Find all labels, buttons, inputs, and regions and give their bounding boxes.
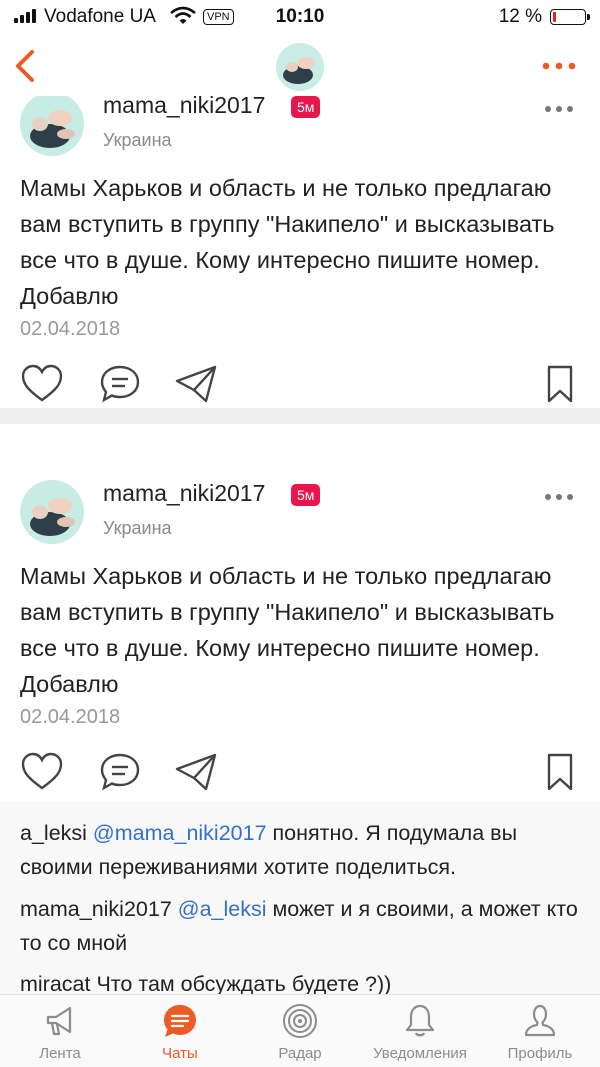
heart-icon[interactable] [20,752,64,792]
comment-icon[interactable] [98,364,142,404]
comment-author[interactable]: a_leksi [20,821,87,845]
status-bar: Vodafone UA VPN 10:10 12 % [0,0,600,34]
chevron-left-icon[interactable] [10,46,46,86]
megaphone-icon [46,1006,72,1036]
tab-profile[interactable]: Профиль [480,995,600,1067]
heart-icon[interactable] [20,364,64,404]
tab-label: Радар [278,1045,322,1062]
comment-author[interactable]: mama_niki2017 [20,897,172,921]
post-card: mama_niki2017 5м Украина Мамы Харьков и … [0,424,600,796]
battery-icon [550,9,590,25]
post-author[interactable]: mama_niki2017 [103,96,265,119]
comment-icon[interactable] [98,752,142,792]
comment-mention[interactable]: @mama_niki2017 [93,821,267,845]
share-icon[interactable] [174,752,218,792]
profile-icon [524,1004,556,1037]
nav-bar [0,34,600,96]
comment-mention[interactable]: @a_leksi [178,897,267,921]
share-icon[interactable] [174,364,218,404]
tab-label: Уведомления [373,1045,467,1062]
time-badge: 5м [291,484,321,506]
divider [0,408,600,424]
chat-avatar[interactable] [276,43,324,91]
post-country: Украина [103,130,172,150]
more-dots-icon[interactable] [544,492,574,502]
post-author[interactable]: mama_niki2017 [103,480,265,507]
comments-list[interactable]: a_leksi @mama_niki2017 понятно. Я подума… [0,802,600,1002]
avatar[interactable] [20,96,84,156]
time-badge: 5м [291,96,321,118]
bookmark-icon[interactable] [546,752,574,792]
radar-icon [283,1004,317,1038]
bookmark-icon[interactable] [546,364,574,404]
comment-author[interactable]: miracat [20,972,90,996]
more-dots-icon[interactable] [540,56,578,76]
bell-icon [405,1004,435,1037]
post-country: Украина [103,518,172,538]
tab-label: Чаты [162,1045,198,1062]
comment-item: a_leksi @mama_niki2017 понятно. Я подума… [20,816,580,884]
tab-radar[interactable]: Радар [240,995,360,1067]
post-date: 02.04.2018 [20,318,121,340]
battery-percent: 12 % [498,6,542,27]
chat-icon [164,1005,196,1037]
post-date: 02.04.2018 [20,706,121,728]
tab-label: Лента [39,1045,81,1062]
post-text: Мамы Харьков и область и не только предл… [20,563,555,697]
tab-bar: Лента Чаты Радар Уведомления Профиль [0,994,600,1067]
post-card: mama_niki2017 5м Украина Мамы Харьков и … [0,96,600,408]
avatar[interactable] [20,480,84,544]
post-text: Мамы Харьков и область и не только предл… [20,175,555,309]
tab-feed[interactable]: Лента [0,995,120,1067]
more-dots-icon[interactable] [544,104,574,114]
tab-notifications[interactable]: Уведомления [360,995,480,1067]
tab-chats[interactable]: Чаты [120,995,240,1067]
comment-text: Что там обсуждать будете ?)) [96,972,392,996]
comment-item: mama_niki2017 @a_leksi может и я своими,… [20,892,580,960]
tab-label: Профиль [507,1045,573,1062]
